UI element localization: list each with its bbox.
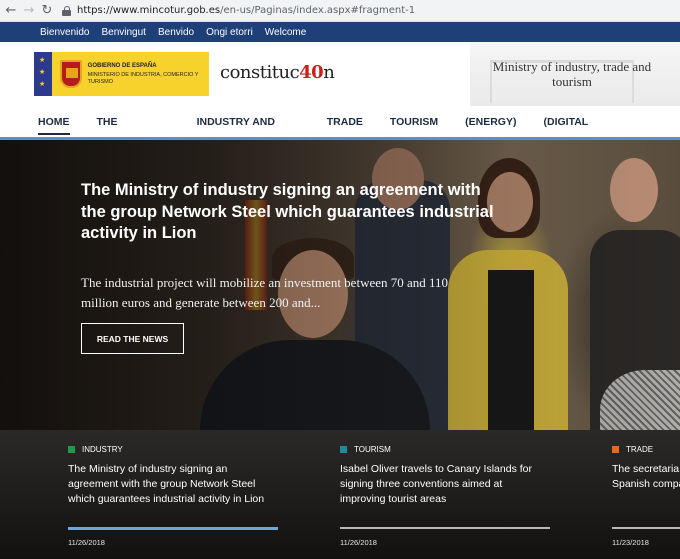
main-navigation: HOME THE MINISTRY INDUSTRY AND SME TRADE… — [0, 105, 680, 162]
forward-arrow-icon[interactable]: → — [20, 3, 38, 18]
category-square-icon — [340, 446, 347, 453]
category-label: INDUSTRY — [82, 445, 123, 454]
news-title[interactable]: The secretaria Spanish compa — [612, 462, 680, 492]
browser-toolbar: ← → ↻ https://www.mincotur.gob.es/en-us/… — [0, 0, 680, 22]
news-title[interactable]: Isabel Oliver travels to Canary Islands … — [340, 462, 532, 507]
gov-logo-line2: Ministerio de Industria, Comercio y Turi… — [87, 71, 199, 85]
nav-trade[interactable]: TRADE — [327, 105, 363, 139]
address-bar[interactable]: https://www.mincotur.gob.es/en-us/Pagina… — [62, 2, 415, 20]
lang-link-benvido[interactable]: Benvido — [158, 27, 194, 38]
category-square-icon — [68, 446, 75, 453]
news-card-industry[interactable]: INDUSTRY The Ministry of industry signin… — [68, 430, 280, 559]
hero-title[interactable]: The Ministry of industry signing an agre… — [81, 180, 501, 245]
nav-home[interactable]: HOME — [38, 105, 70, 139]
constitucion-40-logo[interactable]: constituc40n — [220, 62, 335, 83]
news-date: 11/26/2018 — [68, 538, 105, 547]
lang-link-bienvenido[interactable]: Bienvenido — [40, 27, 89, 38]
lang-link-welcome[interactable]: Welcome — [265, 27, 307, 38]
category-label: TRADE — [626, 445, 654, 454]
news-card-trade[interactable]: TRADE The secretaria Spanish compa 11/23… — [612, 430, 680, 559]
nav-digital-progress[interactable]: (DIGITAL PROGRESS) — [543, 105, 653, 162]
category-tag: TOURISM — [340, 445, 391, 454]
news-card-tourism[interactable]: TOURISM Isabel Oliver travels to Canary … — [340, 430, 552, 559]
lang-link-ongi-etorri[interactable]: Ongi etorri — [206, 27, 253, 38]
reload-icon[interactable]: ↻ — [38, 3, 56, 18]
hero-banner: The Ministry of industry signing an agre… — [0, 140, 680, 430]
category-tag: INDUSTRY — [68, 445, 123, 454]
url-text: https://www.mincotur.gob.es/en-us/Pagina… — [77, 5, 415, 16]
read-the-news-button[interactable]: READ THE NEWS — [81, 323, 184, 354]
news-date: 11/26/2018 — [340, 538, 377, 547]
news-title[interactable]: The Ministry of industry signing an agre… — [68, 462, 264, 507]
eu-flag-icon: ★ ★ ★ — [34, 52, 52, 96]
nav-tourism[interactable]: TOURISM — [390, 105, 438, 139]
back-arrow-icon[interactable]: ← — [2, 3, 20, 18]
url-path: /en-us/Paginas/index.aspx#fragment-1 — [220, 5, 416, 16]
language-bar: Bienvenido Benvingut Benvido Ongi etorri… — [0, 22, 680, 42]
carousel-divider — [340, 527, 550, 529]
nav-the-ministry[interactable]: THE MINISTRY — [97, 105, 170, 162]
ministry-title: Ministry of industry, trade and tourism — [492, 59, 652, 89]
government-logo[interactable]: ★ ★ ★ Gobierno de España Ministerio de I… — [34, 52, 209, 96]
coat-of-arms-icon — [60, 60, 82, 88]
carousel-divider — [612, 527, 680, 529]
gov-logo-line1: Gobierno de España — [87, 62, 157, 69]
news-date: 11/23/2018 — [612, 538, 649, 547]
category-tag: TRADE — [612, 445, 653, 454]
lock-icon — [62, 5, 71, 16]
news-carousel: INDUSTRY The Ministry of industry signin… — [0, 430, 680, 559]
url-domain: https://www.mincotur.gob.es — [77, 5, 221, 16]
nav-industry-and-sme[interactable]: INDUSTRY AND SME — [197, 105, 300, 162]
category-square-icon — [612, 446, 619, 453]
lang-link-benvingut[interactable]: Benvingut — [101, 27, 145, 38]
category-label: TOURISM — [354, 445, 391, 454]
hero-description: The industrial project will mobilize an … — [81, 275, 449, 310]
nav-energy[interactable]: (ENERGY) — [465, 105, 516, 139]
site-header: ★ ★ ★ Gobierno de España Ministerio de I… — [0, 42, 680, 106]
carousel-progress-bar — [68, 527, 278, 530]
